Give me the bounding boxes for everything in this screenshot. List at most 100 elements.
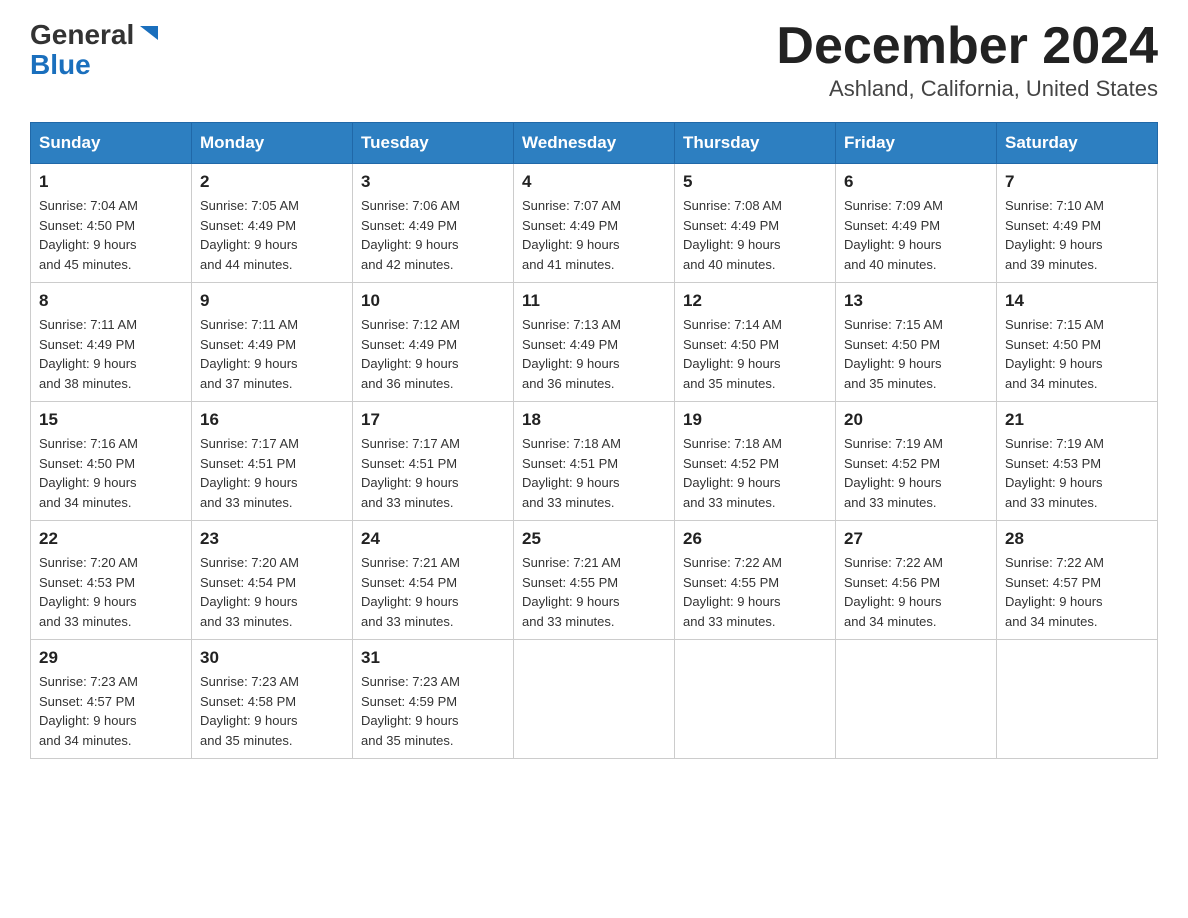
day-number: 6 <box>844 172 988 192</box>
calendar-day-cell: 5 Sunrise: 7:08 AMSunset: 4:49 PMDaylight… <box>675 164 836 283</box>
calendar-day-cell: 2 Sunrise: 7:05 AMSunset: 4:49 PMDaylight… <box>192 164 353 283</box>
day-number: 9 <box>200 291 344 311</box>
day-number: 31 <box>361 648 505 668</box>
day-of-week-header: Sunday <box>31 123 192 164</box>
calendar-day-cell <box>997 640 1158 759</box>
day-of-week-header: Friday <box>836 123 997 164</box>
day-info: Sunrise: 7:19 AMSunset: 4:52 PMDaylight:… <box>844 434 988 512</box>
calendar-day-cell: 22 Sunrise: 7:20 AMSunset: 4:53 PMDayligh… <box>31 521 192 640</box>
location-subtitle: Ashland, California, United States <box>776 76 1158 102</box>
day-number: 17 <box>361 410 505 430</box>
day-info: Sunrise: 7:09 AMSunset: 4:49 PMDaylight:… <box>844 196 988 274</box>
day-number: 29 <box>39 648 183 668</box>
day-info: Sunrise: 7:22 AMSunset: 4:55 PMDaylight:… <box>683 553 827 631</box>
day-number: 12 <box>683 291 827 311</box>
calendar-week-row: 29 Sunrise: 7:23 AMSunset: 4:57 PMDayligh… <box>31 640 1158 759</box>
month-title: December 2024 <box>776 20 1158 72</box>
logo-text-blue: Blue <box>30 51 91 79</box>
day-number: 10 <box>361 291 505 311</box>
calendar-day-cell <box>675 640 836 759</box>
day-info: Sunrise: 7:22 AMSunset: 4:57 PMDaylight:… <box>1005 553 1149 631</box>
day-number: 14 <box>1005 291 1149 311</box>
calendar-day-cell: 4 Sunrise: 7:07 AMSunset: 4:49 PMDaylight… <box>514 164 675 283</box>
day-info: Sunrise: 7:18 AMSunset: 4:52 PMDaylight:… <box>683 434 827 512</box>
day-info: Sunrise: 7:08 AMSunset: 4:49 PMDaylight:… <box>683 196 827 274</box>
calendar-week-row: 1 Sunrise: 7:04 AMSunset: 4:50 PMDaylight… <box>31 164 1158 283</box>
calendar-day-cell <box>514 640 675 759</box>
day-number: 2 <box>200 172 344 192</box>
day-info: Sunrise: 7:16 AMSunset: 4:50 PMDaylight:… <box>39 434 183 512</box>
title-block: December 2024 Ashland, California, Unite… <box>776 20 1158 102</box>
day-info: Sunrise: 7:17 AMSunset: 4:51 PMDaylight:… <box>200 434 344 512</box>
day-number: 30 <box>200 648 344 668</box>
day-number: 11 <box>522 291 666 311</box>
day-info: Sunrise: 7:21 AMSunset: 4:54 PMDaylight:… <box>361 553 505 631</box>
day-number: 4 <box>522 172 666 192</box>
logo-triangle-icon <box>138 22 160 44</box>
day-info: Sunrise: 7:20 AMSunset: 4:53 PMDaylight:… <box>39 553 183 631</box>
calendar-week-row: 8Sunrise: 7:11 AMSunset: 4:49 PMDaylight… <box>31 283 1158 402</box>
calendar-day-cell: 17 Sunrise: 7:17 AMSunset: 4:51 PMDayligh… <box>353 402 514 521</box>
logo-text-general: General <box>30 21 134 49</box>
calendar-day-cell: 29 Sunrise: 7:23 AMSunset: 4:57 PMDayligh… <box>31 640 192 759</box>
day-info: Sunrise: 7:06 AMSunset: 4:49 PMDaylight:… <box>361 196 505 274</box>
day-info: Sunrise: 7:22 AMSunset: 4:56 PMDaylight:… <box>844 553 988 631</box>
calendar-day-cell: 30 Sunrise: 7:23 AMSunset: 4:58 PMDayligh… <box>192 640 353 759</box>
day-number: 20 <box>844 410 988 430</box>
day-info: Sunrise: 7:21 AMSunset: 4:55 PMDaylight:… <box>522 553 666 631</box>
calendar-day-cell: 7 Sunrise: 7:10 AMSunset: 4:49 PMDaylight… <box>997 164 1158 283</box>
day-info: Sunrise: 7:23 AMSunset: 4:57 PMDaylight:… <box>39 672 183 750</box>
day-number: 28 <box>1005 529 1149 549</box>
day-info: Sunrise: 7:23 AMSunset: 4:58 PMDaylight:… <box>200 672 344 750</box>
page-header: General Blue December 2024 Ashland, Cali… <box>30 20 1158 102</box>
day-info: Sunrise: 7:20 AMSunset: 4:54 PMDaylight:… <box>200 553 344 631</box>
calendar-day-cell: 13Sunrise: 7:15 AMSunset: 4:50 PMDayligh… <box>836 283 997 402</box>
day-info: Sunrise: 7:18 AMSunset: 4:51 PMDaylight:… <box>522 434 666 512</box>
day-info: Sunrise: 7:17 AMSunset: 4:51 PMDaylight:… <box>361 434 505 512</box>
day-info: Sunrise: 7:04 AMSunset: 4:50 PMDaylight:… <box>39 196 183 274</box>
calendar-day-cell: 21Sunrise: 7:19 AMSunset: 4:53 PMDayligh… <box>997 402 1158 521</box>
day-number: 25 <box>522 529 666 549</box>
day-number: 5 <box>683 172 827 192</box>
day-info: Sunrise: 7:07 AMSunset: 4:49 PMDaylight:… <box>522 196 666 274</box>
day-info: Sunrise: 7:10 AMSunset: 4:49 PMDaylight:… <box>1005 196 1149 274</box>
calendar-day-cell: 27 Sunrise: 7:22 AMSunset: 4:56 PMDayligh… <box>836 521 997 640</box>
day-number: 23 <box>200 529 344 549</box>
day-info: Sunrise: 7:12 AMSunset: 4:49 PMDaylight:… <box>361 315 505 393</box>
calendar-day-cell: 3Sunrise: 7:06 AMSunset: 4:49 PMDaylight… <box>353 164 514 283</box>
logo: General Blue <box>30 20 160 79</box>
day-info: Sunrise: 7:14 AMSunset: 4:50 PMDaylight:… <box>683 315 827 393</box>
day-info: Sunrise: 7:15 AMSunset: 4:50 PMDaylight:… <box>844 315 988 393</box>
day-of-week-header: Wednesday <box>514 123 675 164</box>
calendar-week-row: 15 Sunrise: 7:16 AMSunset: 4:50 PMDayligh… <box>31 402 1158 521</box>
calendar-day-cell: 18 Sunrise: 7:18 AMSunset: 4:51 PMDayligh… <box>514 402 675 521</box>
calendar-day-cell: 19 Sunrise: 7:18 AMSunset: 4:52 PMDayligh… <box>675 402 836 521</box>
day-of-week-header: Monday <box>192 123 353 164</box>
calendar-day-cell: 12 Sunrise: 7:14 AMSunset: 4:50 PMDayligh… <box>675 283 836 402</box>
day-number: 27 <box>844 529 988 549</box>
day-number: 15 <box>39 410 183 430</box>
calendar-day-cell: 25 Sunrise: 7:21 AMSunset: 4:55 PMDayligh… <box>514 521 675 640</box>
day-number: 22 <box>39 529 183 549</box>
day-number: 7 <box>1005 172 1149 192</box>
calendar-day-cell: 14 Sunrise: 7:15 AMSunset: 4:50 PMDayligh… <box>997 283 1158 402</box>
day-info: Sunrise: 7:19 AMSunset: 4:53 PMDaylight:… <box>1005 434 1149 512</box>
calendar-day-cell: 11 Sunrise: 7:13 AMSunset: 4:49 PMDayligh… <box>514 283 675 402</box>
calendar-day-cell: 9 Sunrise: 7:11 AMSunset: 4:49 PMDaylight… <box>192 283 353 402</box>
day-info: Sunrise: 7:11 AMSunset: 4:49 PMDaylight:… <box>39 315 183 393</box>
calendar-day-cell: 28 Sunrise: 7:22 AMSunset: 4:57 PMDayligh… <box>997 521 1158 640</box>
calendar-day-cell: 16Sunrise: 7:17 AMSunset: 4:51 PMDayligh… <box>192 402 353 521</box>
day-number: 19 <box>683 410 827 430</box>
calendar-day-cell: 31Sunrise: 7:23 AMSunset: 4:59 PMDayligh… <box>353 640 514 759</box>
day-info: Sunrise: 7:05 AMSunset: 4:49 PMDaylight:… <box>200 196 344 274</box>
day-number: 18 <box>522 410 666 430</box>
day-info: Sunrise: 7:13 AMSunset: 4:49 PMDaylight:… <box>522 315 666 393</box>
day-info: Sunrise: 7:11 AMSunset: 4:49 PMDaylight:… <box>200 315 344 393</box>
day-info: Sunrise: 7:15 AMSunset: 4:50 PMDaylight:… <box>1005 315 1149 393</box>
calendar-day-cell: 23 Sunrise: 7:20 AMSunset: 4:54 PMDayligh… <box>192 521 353 640</box>
calendar-table: SundayMondayTuesdayWednesdayThursdayFrid… <box>30 122 1158 759</box>
calendar-header-row: SundayMondayTuesdayWednesdayThursdayFrid… <box>31 123 1158 164</box>
day-number: 1 <box>39 172 183 192</box>
day-number: 26 <box>683 529 827 549</box>
day-of-week-header: Tuesday <box>353 123 514 164</box>
